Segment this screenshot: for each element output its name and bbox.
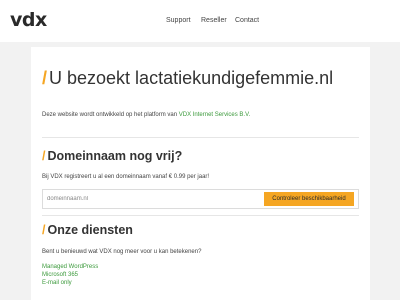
domain-description: Bij VDX registreert u al een domeinnaam … [42,174,210,180]
nav-link-contact[interactable]: Contact [235,17,259,24]
domain-heading: / Domeinnaam nog vrij? [42,149,182,163]
service-link-microsoft-365[interactable]: Microsoft 365 [42,271,98,279]
services-heading-text: Onze diensten [47,223,133,237]
page-title-text: U bezoekt lactatiekundigefemmie.nl [49,68,334,88]
content-card: / U bezoekt lactatiekundigefemmie.nl Deze… [31,47,370,300]
services-heading: / Onze diensten [42,223,133,237]
check-availability-button[interactable]: Controleer beschikbaarheid [264,192,354,206]
services-heading-slash: / [42,223,46,237]
page-title: / U bezoekt lactatiekundigefemmie.nl [42,68,333,89]
services-description: Bent u benieuwd wat VDX nog meer voor u … [42,249,202,255]
title-slash: / [42,68,48,88]
services-list: Managed WordPress Microsoft 365 E-mail o… [42,263,98,287]
domain-search-form: Controleer beschikbaarheid [42,189,359,209]
service-link-email-only[interactable]: E-mail only [42,279,98,287]
service-link-managed-wordpress[interactable]: Managed WordPress [42,263,98,271]
section-divider [42,137,359,138]
vdx-platform-link[interactable]: VDX Internet Services B.V. [179,112,250,118]
section-divider [42,215,359,216]
nav-link-reseller[interactable]: Reseller [201,17,227,24]
intro-sentence: Deze website wordt ontwikkeld op het pla… [42,112,179,118]
domain-search-input[interactable] [47,193,272,205]
domain-heading-slash: / [42,149,46,163]
nav-link-support[interactable]: Support [166,17,191,24]
domain-heading-text: Domeinnaam nog vrij? [47,149,183,163]
intro-text: Deze website wordt ontwikkeld op het pla… [42,112,250,118]
site-header: vdx Support Reseller Contact [0,0,400,42]
main-nav: Support Reseller Contact [0,17,400,29]
